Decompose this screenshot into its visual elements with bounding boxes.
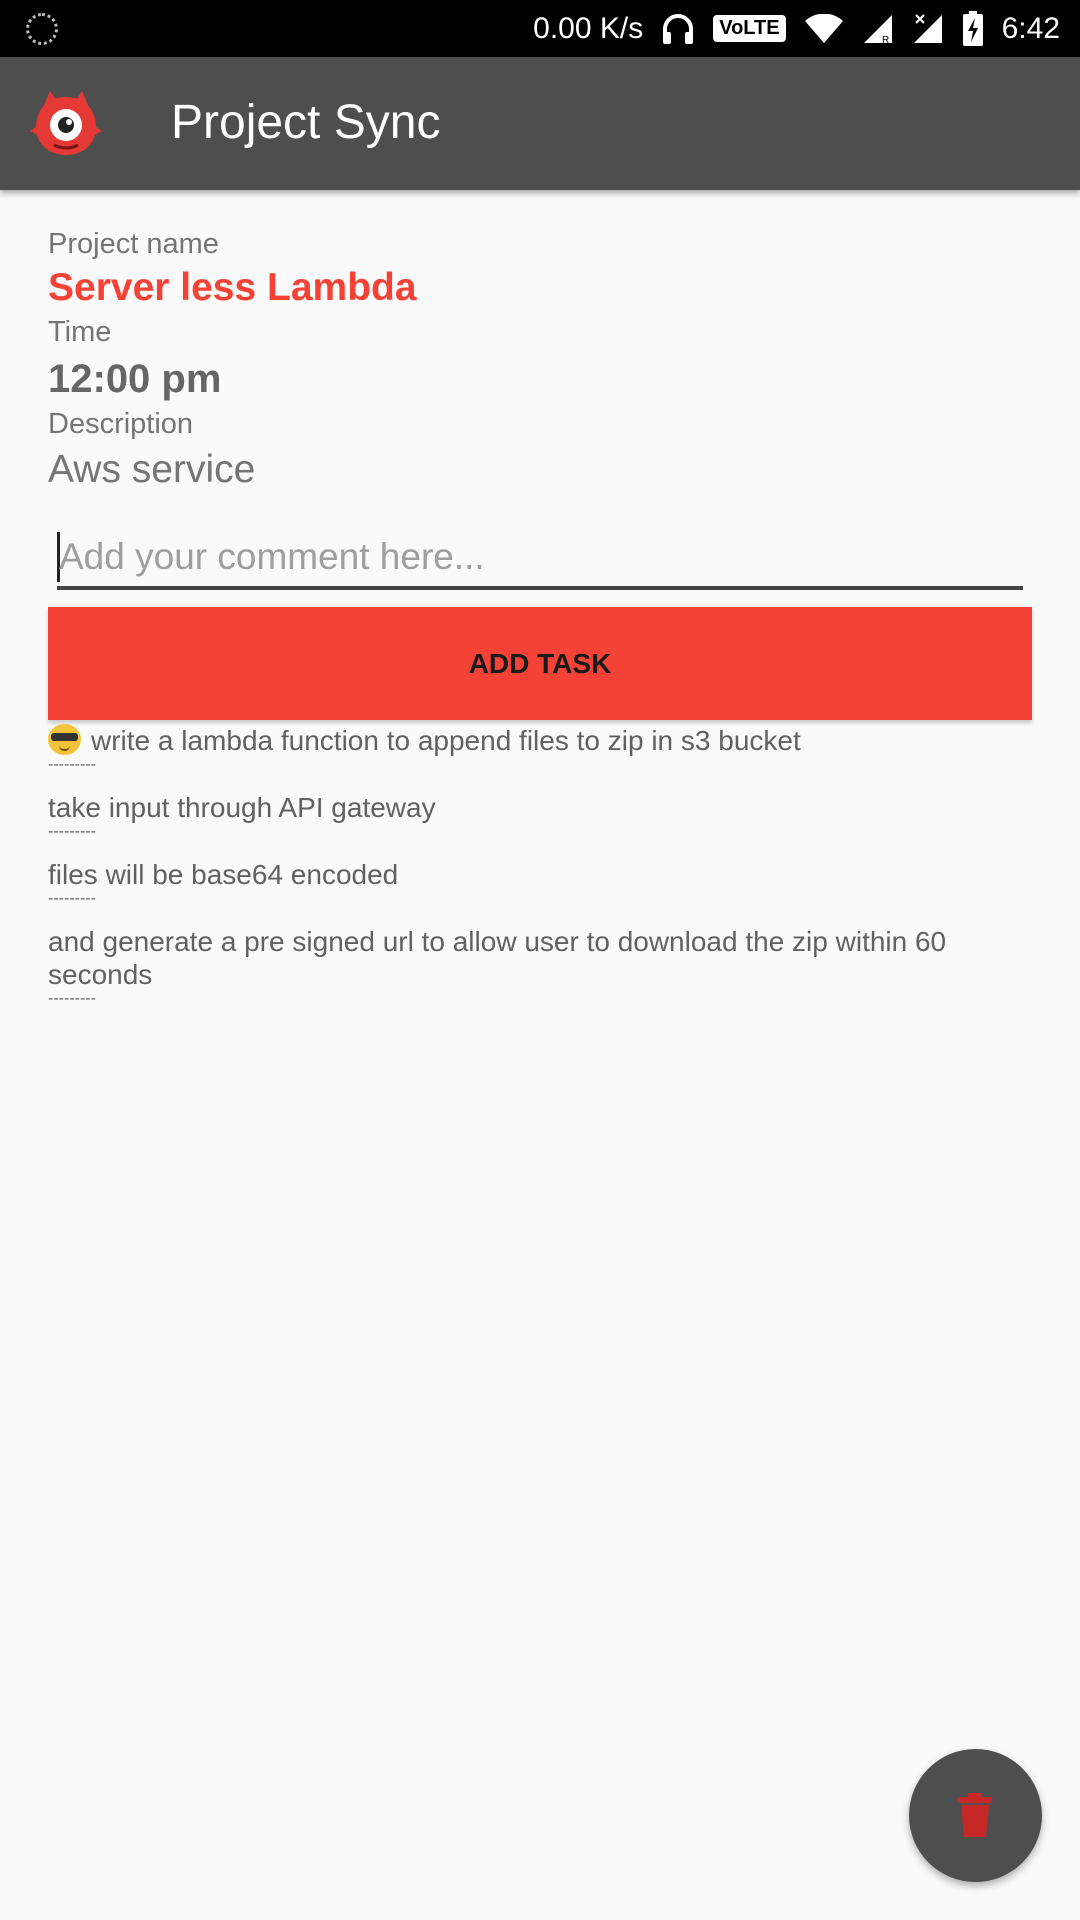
comment-field[interactable] — [57, 528, 1023, 590]
task-text: files will be base64 encoded — [48, 859, 399, 890]
loading-icon — [26, 13, 58, 45]
add-task-button[interactable]: ADD TASK — [48, 607, 1032, 720]
task-text: take input through API gateway — [48, 792, 436, 823]
volte-badge: VoLTE — [713, 15, 786, 42]
task-separator: --------- — [48, 990, 96, 1007]
battery-charging-icon — [962, 10, 983, 46]
list-item: files will be base64 encoded --------- — [48, 858, 1032, 907]
description-label: Description — [48, 408, 194, 440]
trash-icon — [958, 1793, 992, 1837]
list-item: write a lambda function to append files … — [48, 724, 1032, 773]
svg-text:R: R — [882, 35, 889, 45]
project-name: Server less Lambda — [48, 266, 417, 309]
description-value: Aws service — [48, 448, 256, 491]
project-name-label: Project name — [48, 228, 219, 260]
time-value: 12:00 pm — [48, 357, 222, 401]
task-separator: --------- — [48, 890, 96, 907]
status-bar: 0.00 K/s VoLTE R 6:42 — [0, 0, 1080, 57]
task-text: and generate a pre signed url to allow u… — [48, 926, 947, 990]
list-item: and generate a pre signed url to allow u… — [48, 925, 1032, 1007]
app-bar: Project Sync — [0, 57, 1080, 190]
clock: 6:42 — [1001, 11, 1060, 45]
list-item: take input through API gateway --------- — [48, 791, 1032, 840]
net-speed: 0.00 K/s — [533, 11, 644, 45]
time-label: Time — [48, 316, 112, 348]
task-text: write a lambda function to append files … — [48, 724, 1032, 757]
signal-r-icon: R — [863, 14, 892, 45]
comment-input[interactable] — [59, 528, 1019, 586]
delete-fab-button[interactable] — [909, 1749, 1042, 1882]
wifi-icon — [804, 13, 843, 43]
status-icons: 0.00 K/s VoLTE R 6:42 — [533, 0, 1060, 57]
task-separator: --------- — [48, 823, 96, 840]
sunglasses-emoji-icon — [48, 724, 81, 755]
app-title: Project Sync — [171, 96, 441, 149]
project-details: Project name Server less Lambda Time 12:… — [48, 190, 1032, 494]
task-text-content: write a lambda function to append files … — [91, 725, 801, 756]
task-list: write a lambda function to append files … — [48, 724, 1032, 1025]
red-monster-logo-icon — [30, 91, 102, 155]
task-separator: --------- — [48, 756, 96, 773]
headphones-icon — [663, 13, 694, 44]
signal-x-icon — [913, 13, 942, 43]
